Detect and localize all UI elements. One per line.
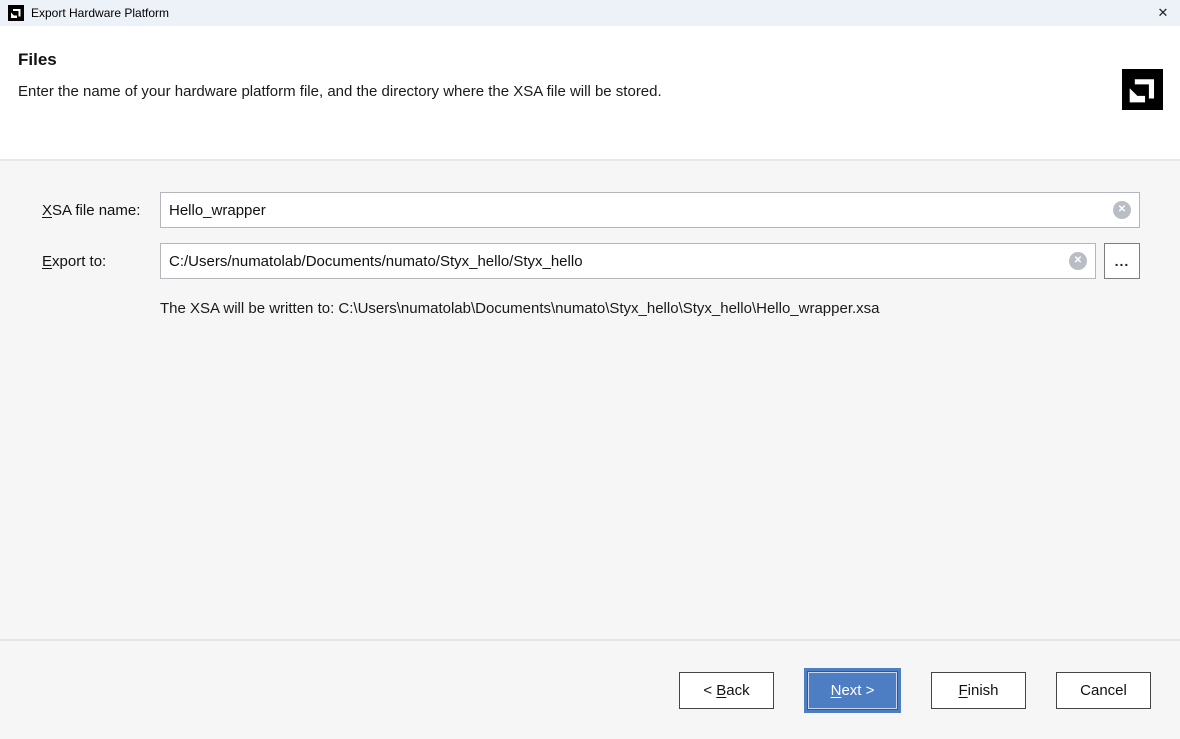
clear-icon: ✕ (1118, 205, 1126, 215)
export-to-input-wrap: ✕ (160, 243, 1096, 279)
window-title: Export Hardware Platform (31, 6, 1146, 20)
browse-button[interactable]: ... (1104, 243, 1140, 279)
close-button[interactable]: ✕ (1146, 0, 1180, 26)
export-hardware-platform-dialog: Export Hardware Platform ✕ Files Enter t… (0, 0, 1180, 739)
next-button[interactable]: Next > (808, 672, 897, 709)
ellipsis-icon: ... (1115, 253, 1130, 269)
clear-export-path-button[interactable]: ✕ (1069, 252, 1087, 270)
close-icon: ✕ (1158, 5, 1169, 21)
xilinx-logo-icon (8, 5, 24, 21)
export-to-input[interactable] (160, 243, 1096, 279)
page-title: Files (18, 50, 1162, 70)
wizard-body: XSA file name: ✕ Export to: ✕ ... The XS… (0, 161, 1180, 641)
wizard-header: Files Enter the name of your hardware pl… (0, 26, 1180, 161)
cancel-button[interactable]: Cancel (1056, 672, 1151, 709)
finish-button[interactable]: Finish (931, 672, 1026, 709)
titlebar: Export Hardware Platform ✕ (0, 0, 1180, 26)
page-description: Enter the name of your hardware platform… (18, 83, 1162, 100)
export-to-row: Export to: ✕ ... (42, 243, 1140, 279)
clear-icon: ✕ (1074, 256, 1082, 266)
xsa-file-name-input-wrap: ✕ (160, 192, 1140, 228)
export-to-label: Export to: (42, 253, 160, 270)
xilinx-logo (1122, 69, 1163, 110)
output-path-note: The XSA will be written to: C:\Users\num… (160, 300, 1140, 317)
xsa-file-name-label: XSA file name: (42, 202, 160, 219)
clear-xsa-name-button[interactable]: ✕ (1113, 201, 1131, 219)
xsa-file-name-input[interactable] (160, 192, 1140, 228)
xsa-file-name-row: XSA file name: ✕ (42, 192, 1140, 228)
wizard-footer: < Back Next > Finish Cancel (0, 641, 1180, 739)
back-button[interactable]: < Back (679, 672, 774, 709)
